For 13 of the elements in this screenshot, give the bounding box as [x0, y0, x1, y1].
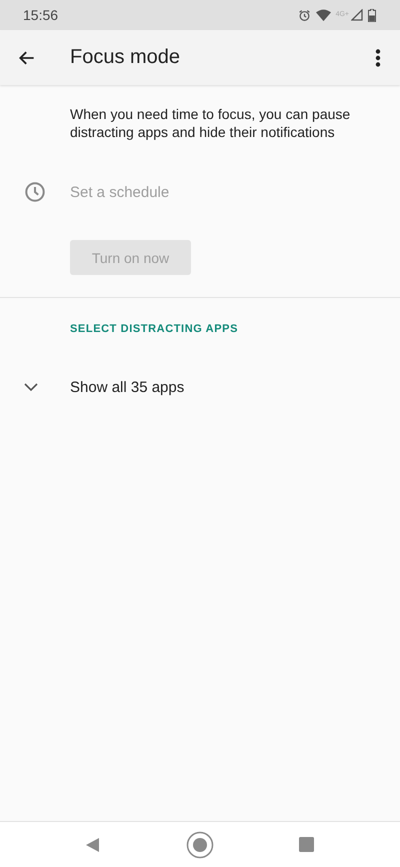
show-all-apps-item[interactable]: Show all 35 apps [70, 379, 184, 396]
battery-icon [368, 8, 376, 22]
back-icon[interactable] [85, 836, 101, 852]
description-text: When you need time to focus, you can pause distracting apps and hide their notifications [70, 105, 352, 141]
home-icon[interactable] [186, 830, 214, 858]
alarm-icon [298, 8, 311, 22]
section-header: SELECT DISTRACTING APPS [70, 323, 240, 335]
signal-icon [351, 9, 363, 21]
clock-icon [24, 181, 46, 203]
wifi-icon [316, 8, 331, 22]
more-options-icon[interactable] [375, 48, 381, 66]
screen-title: Focus mode [70, 46, 180, 69]
status-time: 15:56 [23, 7, 58, 23]
